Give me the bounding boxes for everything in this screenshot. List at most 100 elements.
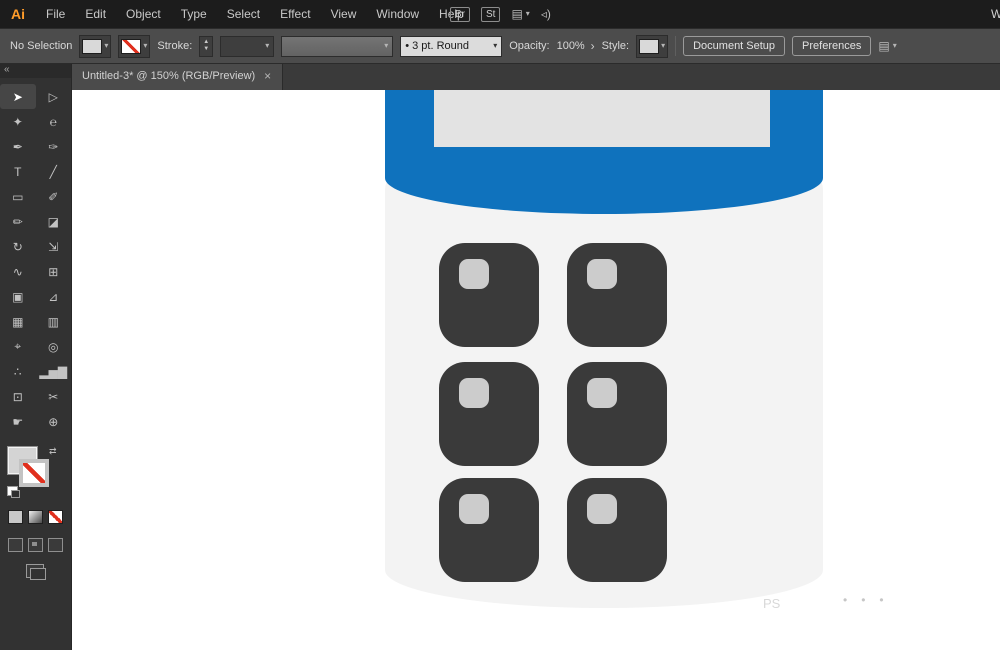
free-transform-tool[interactable]: ⊞ bbox=[36, 259, 72, 284]
perspective-grid-tool[interactable]: ⊿ bbox=[36, 284, 72, 309]
menubar-tools: Br St ▤ ▾ ◃) bbox=[450, 0, 551, 28]
artboard-canvas[interactable]: PS ••• bbox=[71, 90, 1000, 650]
symbol-sprayer-tool[interactable]: ∴ bbox=[0, 359, 36, 384]
calculator-key[interactable] bbox=[439, 478, 539, 582]
workspace-icon: ▤ bbox=[511, 7, 523, 21]
eyedropper-tool[interactable]: ⌖ bbox=[0, 334, 36, 359]
curvature-tool[interactable]: ✑ bbox=[36, 134, 72, 159]
divider bbox=[675, 36, 677, 56]
stroke-color-picker[interactable]: ▾ bbox=[118, 34, 151, 58]
megaphone-icon[interactable]: ◃) bbox=[541, 7, 551, 21]
mesh-tool[interactable]: ▦ bbox=[0, 309, 36, 334]
drawing-modes-row bbox=[8, 538, 71, 552]
rotate-tool[interactable]: ↻ bbox=[0, 234, 36, 259]
menu-file[interactable]: File bbox=[36, 7, 75, 21]
line-segment-tool[interactable]: ╱ bbox=[36, 159, 72, 184]
bridge-button[interactable]: Br bbox=[450, 6, 470, 22]
calculator-key[interactable] bbox=[567, 362, 667, 466]
illustrator-logo: Ai bbox=[11, 6, 25, 22]
eraser-tool[interactable]: ◪ bbox=[36, 209, 72, 234]
partial-window-text: W bbox=[991, 7, 1000, 21]
screen-mode-button[interactable] bbox=[26, 564, 46, 580]
document-tab[interactable]: Untitled-3* @ 150% (RGB/Preview) × bbox=[71, 62, 284, 90]
close-tab-icon[interactable]: × bbox=[264, 69, 271, 83]
gradient-tool[interactable]: ▥ bbox=[36, 309, 72, 334]
menu-select[interactable]: Select bbox=[217, 7, 270, 21]
draw-behind-button[interactable] bbox=[28, 538, 43, 552]
calculator-key[interactable] bbox=[567, 478, 667, 582]
paint-style-row bbox=[8, 510, 71, 524]
paintbrush-tool[interactable]: ✐ bbox=[36, 184, 72, 209]
default-fill-stroke-icon[interactable] bbox=[7, 486, 20, 498]
menu-bar: Ai File Edit Object Type Select Effect V… bbox=[0, 0, 1000, 28]
menu-edit[interactable]: Edit bbox=[75, 7, 116, 21]
blend-tool[interactable]: ◎ bbox=[36, 334, 72, 359]
style-label: Style: bbox=[601, 40, 630, 52]
watermark-text: PS bbox=[763, 596, 781, 611]
hand-tool[interactable]: ☛ bbox=[0, 409, 36, 434]
document-setup-button[interactable]: Document Setup bbox=[683, 36, 786, 56]
menu-type[interactable]: Type bbox=[171, 7, 217, 21]
fill-stroke-widget: ⇄ bbox=[7, 446, 65, 498]
color-button[interactable] bbox=[8, 510, 23, 524]
stock-button[interactable]: St bbox=[481, 6, 501, 22]
stepper-up-icon: ▲ bbox=[203, 39, 210, 45]
menu-object[interactable]: Object bbox=[116, 7, 171, 21]
fill-color-picker[interactable]: ▾ bbox=[79, 34, 112, 58]
panel-options-control[interactable]: ▤ ▾ bbox=[878, 39, 896, 53]
scale-tool[interactable]: ⇲ bbox=[36, 234, 72, 259]
width-tool[interactable]: ∿ bbox=[0, 259, 36, 284]
preferences-button[interactable]: Preferences bbox=[792, 36, 872, 56]
panel-header: « bbox=[0, 62, 71, 78]
control-bar: No Selection ▾ ▾ Stroke: ▲ ▼ ▾ ▾ • 3 pt.… bbox=[0, 28, 1000, 64]
stroke-weight-stepper[interactable]: ▲ ▼ bbox=[199, 35, 214, 57]
rectangle-tool[interactable]: ▭ bbox=[0, 184, 36, 209]
column-graph-tool[interactable]: ▂▅▇ bbox=[36, 359, 72, 384]
opacity-field[interactable]: 100% bbox=[557, 40, 587, 52]
workspace-switcher[interactable]: ▤ ▾ bbox=[511, 7, 529, 21]
chevron-down-icon: ▾ bbox=[892, 41, 897, 50]
chevron-down-icon: ▾ bbox=[265, 41, 270, 50]
swap-fill-stroke-icon[interactable]: ⇄ bbox=[49, 446, 57, 457]
calculator-key[interactable] bbox=[439, 362, 539, 466]
chevron-right-icon[interactable]: › bbox=[591, 39, 595, 53]
fill-swatch bbox=[82, 38, 103, 54]
draw-inside-button[interactable] bbox=[48, 538, 63, 552]
lasso-tool[interactable]: ℮ bbox=[36, 109, 72, 134]
panel-options-icon: ▤ bbox=[878, 39, 890, 53]
style-select[interactable]: ▾ bbox=[636, 34, 669, 58]
direct-selection-tool[interactable]: ▷ bbox=[36, 84, 72, 109]
menu-view[interactable]: View bbox=[321, 7, 367, 21]
chevron-down-icon: ▾ bbox=[525, 9, 530, 18]
pencil-tool[interactable]: ✏ bbox=[0, 209, 36, 234]
selection-status: No Selection bbox=[10, 40, 73, 52]
zoom-tool[interactable]: ⊕ bbox=[36, 409, 72, 434]
chevron-down-icon: ▾ bbox=[493, 41, 498, 50]
stroke-color-well[interactable] bbox=[19, 459, 49, 487]
collapse-panel-icon[interactable]: « bbox=[4, 64, 10, 75]
brush-definition-select[interactable]: ▾ bbox=[281, 35, 394, 57]
width-profile-select[interactable]: • 3 pt. Round ▾ bbox=[400, 35, 503, 57]
gradient-button[interactable] bbox=[28, 510, 43, 524]
calculator-screen-shape[interactable] bbox=[434, 90, 770, 147]
none-button[interactable] bbox=[48, 510, 63, 524]
tools-grid: ➤ ▷ ✦ ℮ ✒ ✑ T ╱ ▭ ✐ ✏ ◪ ↻ ⇲ ∿ ⊞ ▣ ⊿ ▦ ▥ … bbox=[0, 84, 71, 434]
selection-tool[interactable]: ➤ bbox=[0, 84, 36, 109]
shape-builder-tool[interactable]: ▣ bbox=[0, 284, 36, 309]
calculator-key[interactable] bbox=[567, 243, 667, 347]
type-tool[interactable]: T bbox=[0, 159, 36, 184]
stroke-weight-select[interactable]: ▾ bbox=[220, 35, 275, 57]
draw-normal-button[interactable] bbox=[8, 538, 23, 552]
chevron-down-icon: ▾ bbox=[104, 41, 109, 50]
magic-wand-tool[interactable]: ✦ bbox=[0, 109, 36, 134]
nav-dots: ••• bbox=[843, 593, 898, 607]
menu-window[interactable]: Window bbox=[366, 7, 429, 21]
slice-tool[interactable]: ✂ bbox=[36, 384, 72, 409]
opacity-label: Opacity: bbox=[509, 40, 550, 52]
menu-effect[interactable]: Effect bbox=[270, 7, 320, 21]
calculator-key[interactable] bbox=[439, 243, 539, 347]
artboard-tool[interactable]: ⊡ bbox=[0, 384, 36, 409]
pen-tool[interactable]: ✒ bbox=[0, 134, 36, 159]
stroke-none-swatch bbox=[121, 38, 142, 54]
style-swatch bbox=[639, 38, 660, 54]
